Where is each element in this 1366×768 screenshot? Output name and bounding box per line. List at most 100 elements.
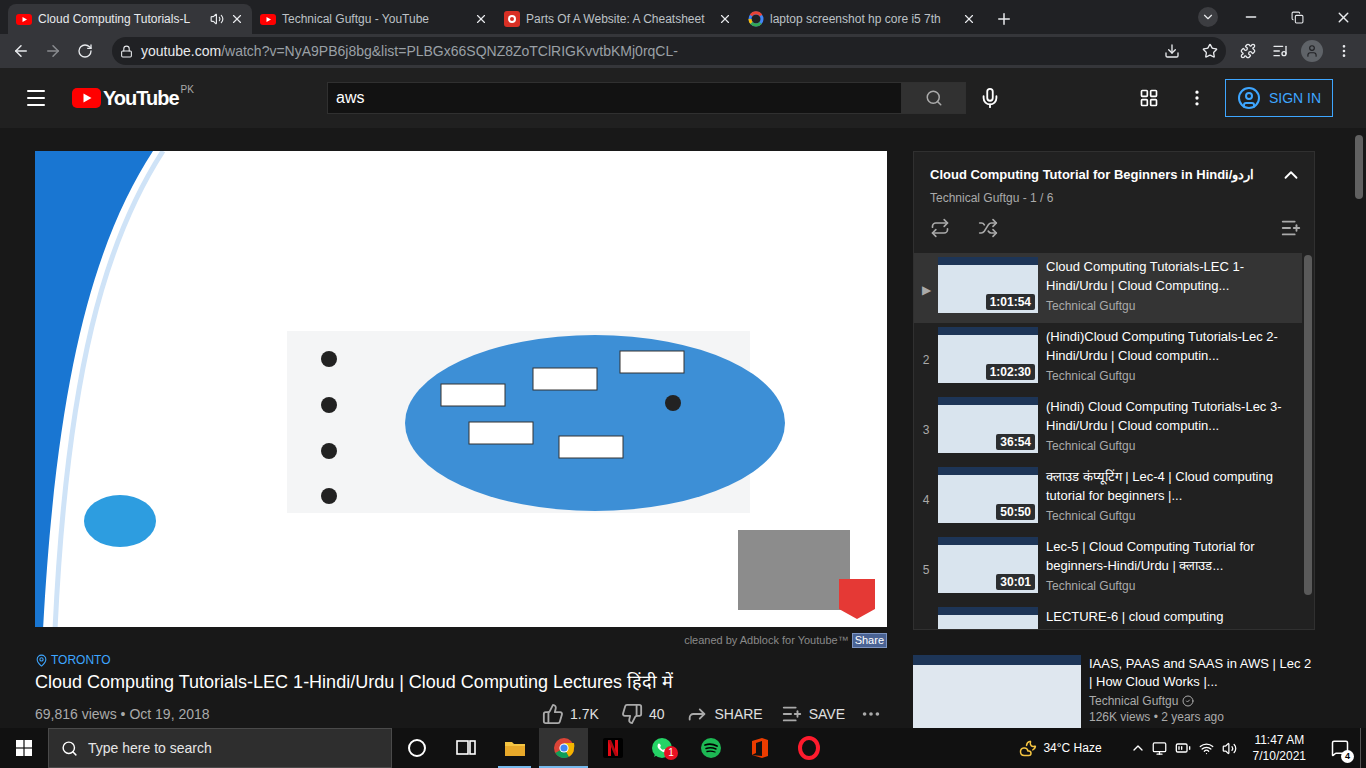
browser-tab[interactable]: Cloud Computing Tutorials-L (8, 4, 252, 34)
chrome-menu-button[interactable] (1328, 37, 1360, 65)
recommended-video[interactable]: IAAS, PAAS and SAAS in AWS | Lec 2 | How… (913, 655, 1315, 728)
browser-tab[interactable]: Technical Guftgu - YouTube (252, 4, 496, 34)
clock[interactable]: 11:47 AM7/10/2021 (1249, 732, 1310, 764)
playlist-item-index: ▶ (914, 281, 938, 299)
wifi-icon[interactable] (1199, 741, 1214, 756)
shuffle-icon[interactable] (978, 218, 998, 238)
back-button[interactable] (5, 37, 37, 65)
more-dots-icon (1187, 88, 1207, 108)
recommended-channel: Technical Guftgu (1089, 693, 1178, 709)
taskbar-app[interactable] (441, 728, 490, 768)
taskbar-app[interactable] (686, 728, 735, 768)
minimize-icon (1243, 9, 1259, 25)
playlist-item-channel: Technical Guftgu (1046, 297, 1296, 315)
profile-button[interactable] (1296, 37, 1328, 65)
sign-in-button[interactable]: SIGN IN (1225, 79, 1333, 117)
taskbar-app[interactable] (784, 728, 833, 768)
media-button[interactable] (1264, 37, 1296, 65)
share-button[interactable]: SHARE (680, 703, 768, 725)
tab-audio-icon[interactable] (210, 12, 224, 26)
share-arrow-icon (686, 703, 708, 725)
playlist-item[interactable]: 450:50क्लाउड कंप्यूटिंग | Lec-4 | Cloud … (914, 463, 1302, 533)
taskbar-app[interactable]: 1 (637, 728, 686, 768)
taskbar-app[interactable] (588, 728, 637, 768)
battery-icon[interactable] (1175, 740, 1191, 756)
puzzle-icon (1240, 43, 1256, 59)
show-desktop-button[interactable] (1360, 728, 1366, 768)
youtube-favicon-icon (260, 11, 276, 27)
playlist-item-channel: Technical Guftgu (1046, 367, 1296, 385)
playlist-item[interactable]: ▶1:01:54Cloud Computing Tutorials-LEC 1-… (914, 253, 1302, 323)
chevron-up-icon (1130, 740, 1146, 756)
tray-overflow-button[interactable] (1128, 740, 1148, 756)
search-box[interactable]: aws (327, 82, 902, 114)
location-tag[interactable]: TORONTO (35, 652, 887, 668)
close-button[interactable] (1320, 0, 1366, 34)
network-icon[interactable] (1152, 741, 1167, 756)
restore-button[interactable] (1274, 0, 1320, 34)
secondary-column: Cloud Computing Tutorial for Beginners i… (913, 151, 1315, 728)
collapse-chevron-icon[interactable] (1280, 164, 1302, 186)
taskbar-app[interactable] (539, 728, 588, 768)
youtube-header: YouTubePK aws SIGN IN (0, 68, 1366, 128)
voice-search-button[interactable] (970, 78, 1010, 118)
tab-close-icon[interactable] (474, 12, 488, 26)
browser-tab[interactable]: Parts Of A Website: A Cheatsheet (496, 4, 740, 34)
start-button[interactable] (0, 728, 48, 768)
like-button[interactable]: 1.7K (536, 703, 605, 725)
hamburger-menu-icon[interactable] (24, 86, 48, 110)
settings-button[interactable] (1177, 78, 1217, 118)
chevron-down-icon (1201, 10, 1215, 24)
weather-widget[interactable]: 34°C Haze (1013, 739, 1107, 757)
page-scrollbar[interactable] (1352, 128, 1366, 728)
omnibox[interactable]: youtube.com/watch?v=NyA9PB6j8bg&list=PLB… (112, 37, 1226, 65)
weather-text: 34°C Haze (1043, 739, 1101, 757)
recommended-meta: 126K views • 2 years ago (1089, 709, 1315, 725)
playlist-item[interactable]: 530:01Lec-5 | Cloud Computing Tutorial f… (914, 533, 1302, 603)
bookmark-star-icon[interactable] (1202, 43, 1218, 59)
reload-button[interactable] (69, 37, 101, 65)
volume-icon[interactable] (1222, 741, 1237, 756)
playlist-item-channel: Technical Guftgu (1046, 507, 1296, 525)
forward-arrow-icon (44, 42, 62, 60)
dislike-button[interactable]: 40 (615, 703, 671, 725)
search-icon (925, 89, 943, 107)
playlist-item[interactable]: 21:02:30(Hindi)Cloud Computing Tutorials… (914, 323, 1302, 393)
video-player[interactable] (35, 151, 887, 627)
tab-close-icon[interactable] (718, 12, 732, 26)
playlist-thumbnail: 1:01:54 (938, 257, 1038, 313)
notification-button[interactable]: 4 (1320, 728, 1360, 768)
playlist-item[interactable]: 336:54(Hindi) Cloud Computing Tutorials-… (914, 393, 1302, 463)
spotify-icon (699, 736, 723, 760)
youtube-logo-icon (72, 88, 101, 108)
minimize-button[interactable] (1228, 0, 1274, 34)
new-tab-button[interactable] (990, 4, 1018, 34)
search-button[interactable] (902, 82, 966, 114)
save-playlist-icon[interactable] (1280, 217, 1302, 239)
playlist-item[interactable]: LECTURE-6 | cloud computing (914, 603, 1302, 629)
install-app-icon[interactable] (1164, 43, 1180, 59)
share-badge[interactable]: Share (852, 633, 887, 648)
save-button[interactable]: SAVE (775, 703, 851, 725)
taskbar-app[interactable] (490, 728, 539, 768)
tab-search-button[interactable] (1198, 7, 1218, 27)
browser-tab[interactable]: laptop screenshot hp core i5 7th (740, 4, 984, 34)
playlist-title[interactable]: Cloud Computing Tutorial for Beginners i… (930, 167, 1276, 183)
playlist-thumbnail: 1:02:30 (938, 327, 1038, 383)
playlist-scrollbar[interactable] (1302, 253, 1314, 629)
tab-close-icon[interactable] (230, 12, 244, 26)
taskbar-search[interactable]: Type here to search (48, 728, 392, 768)
youtube-logo[interactable]: YouTubePK (72, 86, 194, 110)
google-favicon-icon (748, 11, 764, 27)
extensions-button[interactable] (1232, 37, 1264, 65)
more-actions-button[interactable] (855, 703, 887, 725)
browser-toolbar: youtube.com/watch?v=NyA9PB6j8bg&list=PLB… (0, 34, 1366, 68)
loop-icon[interactable] (930, 218, 950, 238)
taskbar-app[interactable] (392, 728, 441, 768)
taskbar-app[interactable] (735, 728, 784, 768)
forward-button[interactable] (37, 37, 69, 65)
office-icon (748, 736, 772, 760)
tab-close-icon[interactable] (962, 12, 976, 26)
cortana-icon (405, 736, 429, 760)
apps-button[interactable] (1129, 78, 1169, 118)
